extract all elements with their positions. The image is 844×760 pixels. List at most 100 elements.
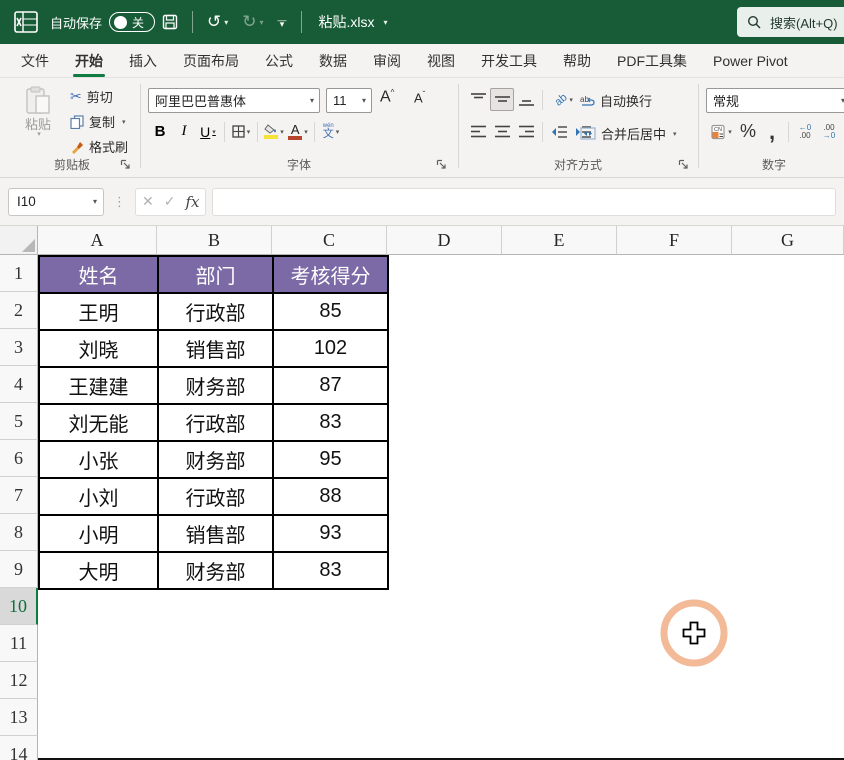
table-cell[interactable]: 财务部 [157,440,274,479]
tab-帮助[interactable]: 帮助 [550,44,604,77]
column-header-A[interactable]: A [38,226,157,255]
table-cell[interactable]: 销售部 [157,329,274,368]
undo-caret-icon[interactable]: ▾ [224,18,228,27]
phonetic-button[interactable]: wén 文 ▾ [319,120,343,143]
excel-app-icon[interactable] [14,11,38,33]
italic-button[interactable]: I [172,120,196,143]
orientation-button[interactable]: ab ▾ [547,88,581,111]
table-cell[interactable]: 93 [272,514,389,553]
window-title[interactable]: 粘贴.xlsx ▾ [319,12,388,32]
row-header-1[interactable]: 1 [0,255,38,292]
column-header-B[interactable]: B [157,226,272,255]
accounting-format-button[interactable]: CN ▾ [706,120,736,143]
table-cell[interactable]: 行政部 [157,403,274,442]
quick-access-customize-button[interactable]: — ▾ [271,14,294,31]
column-header-F[interactable]: F [617,226,732,255]
row-header-7[interactable]: 7 [0,477,38,514]
table-cell[interactable]: 王明 [38,292,159,331]
comma-button[interactable]: , [760,119,784,144]
autosave-toggle[interactable]: 关 [109,12,156,32]
row-header-11[interactable]: 11 [0,625,38,662]
column-header-G[interactable]: G [732,226,844,255]
number-format-select[interactable]: 常规 ▾ [706,88,844,113]
tab-页面布局[interactable]: 页面布局 [170,44,252,77]
paste-button[interactable]: 粘贴 ▾ [18,86,58,138]
row-header-12[interactable]: 12 [0,662,38,699]
tab-开发工具[interactable]: 开发工具 [468,44,550,77]
table-cell[interactable]: 刘无能 [38,403,159,442]
table-cell[interactable]: 小张 [38,440,159,479]
table-header-cell[interactable]: 部门 [157,255,274,294]
formula-input[interactable] [212,187,836,216]
save-button[interactable] [155,10,185,34]
select-all-button[interactable] [0,226,38,255]
table-cell[interactable]: 102 [272,329,389,368]
copy-button[interactable]: 复制 ▾ [70,112,126,131]
row-header-3[interactable]: 3 [0,329,38,366]
tab-插入[interactable]: 插入 [116,44,170,77]
redo-button[interactable]: ↻ ▾ [235,8,270,36]
format-painter-button[interactable]: 格式刷 [70,137,128,156]
name-box[interactable]: I10 ▾ [8,187,104,216]
formula-cancel-button[interactable]: ✕ [142,193,154,210]
row-header-5[interactable]: 5 [0,403,38,440]
row-header-6[interactable]: 6 [0,440,38,477]
table-header-cell[interactable]: 姓名 [38,255,159,294]
decrease-indent-button[interactable] [547,120,571,143]
column-header-E[interactable]: E [502,226,617,255]
font-color-button[interactable]: A ▾ [286,120,310,143]
table-cell[interactable]: 83 [272,403,389,442]
font-size-select[interactable]: 11 ▾ [326,88,372,113]
row-header-9[interactable]: 9 [0,551,38,588]
tab-数据[interactable]: 数据 [306,44,360,77]
fill-color-button[interactable]: ▾ [262,120,286,143]
align-middle-button[interactable] [490,88,514,111]
underline-button[interactable]: U ▾ [196,120,220,143]
align-center-button[interactable] [490,120,514,143]
table-cell[interactable]: 83 [272,551,389,590]
row-header-2[interactable]: 2 [0,292,38,329]
bold-button[interactable]: B [148,120,172,143]
formula-enter-button[interactable]: ✓ [164,193,176,210]
font-dialog-launcher[interactable] [436,159,450,173]
decrease-decimal-button[interactable]: .00 →0 [817,120,841,143]
alignment-dialog-launcher[interactable] [678,159,692,173]
align-left-button[interactable] [466,120,490,143]
table-cell[interactable]: 王建建 [38,366,159,405]
table-header-cell[interactable]: 考核得分 [272,255,389,294]
tab-PDF工具集[interactable]: PDF工具集 [604,44,700,77]
table-cell[interactable]: 行政部 [157,292,274,331]
row-header-13[interactable]: 13 [0,699,38,736]
tab-视图[interactable]: 视图 [414,44,468,77]
wrap-text-button[interactable]: ab 自动换行 [580,91,652,110]
percent-button[interactable]: % [736,120,760,143]
clipboard-dialog-launcher[interactable] [120,159,134,173]
tab-公式[interactable]: 公式 [252,44,306,77]
table-cell[interactable]: 小刘 [38,477,159,516]
tab-Power Pivot[interactable]: Power Pivot [700,44,801,77]
search-box[interactable]: 搜索(Alt+Q) [737,7,844,37]
table-cell[interactable]: 行政部 [157,477,274,516]
table-cell[interactable]: 87 [272,366,389,405]
increase-decimal-button[interactable]: ←0 .00 [793,120,817,143]
tab-文件[interactable]: 文件 [8,44,62,77]
align-bottom-button[interactable] [514,88,538,111]
table-cell[interactable]: 销售部 [157,514,274,553]
insert-function-button[interactable]: fx [185,193,199,211]
row-header-14[interactable]: 14 [0,736,38,760]
row-header-10[interactable]: 10 [0,588,38,625]
decrease-font-button[interactable]: Aˇ [414,90,425,105]
table-cell[interactable]: 95 [272,440,389,479]
align-top-button[interactable] [466,88,490,111]
tab-审阅[interactable]: 审阅 [360,44,414,77]
column-header-D[interactable]: D [387,226,502,255]
table-cell[interactable]: 刘晓 [38,329,159,368]
increase-font-button[interactable]: A^ [380,88,394,106]
font-name-select[interactable]: 阿里巴巴普惠体 ▾ [148,88,320,113]
table-cell[interactable]: 财务部 [157,551,274,590]
tab-开始[interactable]: 开始 [62,44,116,77]
align-right-button[interactable] [514,120,538,143]
borders-button[interactable]: ▾ [229,120,253,143]
formula-bar-resizer[interactable]: ⋮ [110,194,129,210]
cut-button[interactable]: ✂ 剪切 [70,87,113,106]
